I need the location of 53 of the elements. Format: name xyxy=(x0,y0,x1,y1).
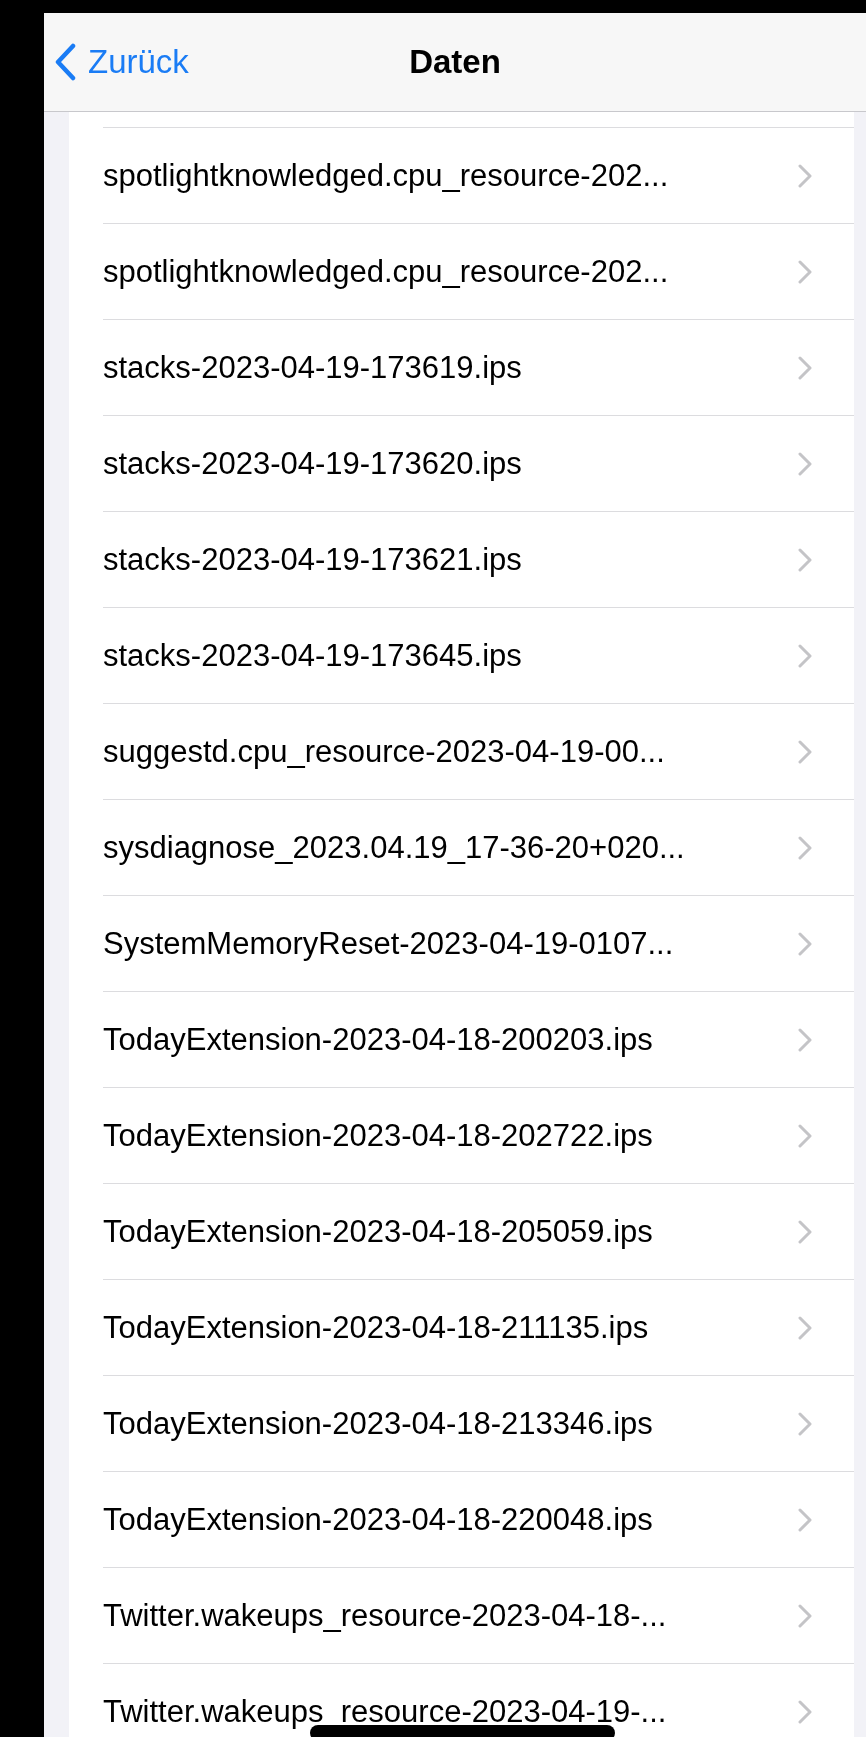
file-name: stacks-2023-04-19-173645.ips xyxy=(103,637,523,674)
chevron-right-icon xyxy=(798,1411,812,1436)
file-row[interactable]: suggestd.cpu_resource-2023-04-19-00... xyxy=(103,703,854,799)
file-row[interactable]: stacks-2023-04-19-173621.ips xyxy=(103,511,854,607)
file-row[interactable]: stacks-2023-04-19-173620.ips xyxy=(103,415,854,511)
file-row[interactable]: stacks-2023-04-19-173619.ips xyxy=(103,319,854,415)
chevron-right-icon xyxy=(798,1507,812,1532)
chevron-right-icon xyxy=(798,931,812,956)
chevron-right-icon xyxy=(798,1603,812,1628)
chevron-right-icon xyxy=(798,643,812,668)
chevron-right-icon xyxy=(798,1219,812,1244)
file-name: stacks-2023-04-19-173621.ips xyxy=(103,541,523,578)
file-name: TodayExtension-2023-04-18-200203.ips xyxy=(103,1021,654,1058)
chevron-right-icon xyxy=(798,163,812,188)
chevron-right-icon xyxy=(798,355,812,380)
file-row[interactable]: TodayExtension-2023-04-18-211135.ips xyxy=(103,1279,854,1375)
file-row[interactable]: TodayExtension-2023-04-18-220048.ips xyxy=(103,1471,854,1567)
chevron-right-icon xyxy=(798,1699,812,1724)
chevron-left-icon xyxy=(54,43,76,81)
file-row[interactable]: spotlightknowledged.cpu_resource-202... xyxy=(103,223,854,319)
file-name: sysdiagnose_2023.04.19_17-36-20+020... xyxy=(103,829,686,866)
file-name: spotlightknowledged.cpu_resource-202... xyxy=(103,157,670,194)
file-row[interactable]: TodayExtension-2023-04-18-200203.ips xyxy=(103,991,854,1087)
file-name: Twitter.wakeups_resource-2023-04-18-... xyxy=(103,1597,668,1634)
file-name: stacks-2023-04-19-173620.ips xyxy=(103,445,523,482)
file-name: Twitter.wakeups_resource-2023-04-19-... xyxy=(103,1693,668,1730)
file-row[interactable]: Twitter.wakeups_resource-2023-04-18-... xyxy=(103,1567,854,1663)
chevron-right-icon xyxy=(798,835,812,860)
file-row[interactable]: sysdiagnose_2023.04.19_17-36-20+020... xyxy=(103,799,854,895)
file-name: SystemMemoryReset-2023-04-19-0107... xyxy=(103,925,675,962)
chevron-right-icon xyxy=(798,1027,812,1052)
file-name: suggestd.cpu_resource-2023-04-19-00... xyxy=(103,733,666,770)
file-name: TodayExtension-2023-04-18-220048.ips xyxy=(103,1501,654,1538)
file-name: TodayExtension-2023-04-18-202722.ips xyxy=(103,1117,654,1154)
file-row[interactable]: SystemMemoryReset-2023-04-19-0107... xyxy=(103,895,854,991)
chevron-right-icon xyxy=(798,1315,812,1340)
screen-title: Daten xyxy=(409,43,501,81)
file-name: spotlightknowledged.cpu_resource-202... xyxy=(103,253,670,290)
chevron-right-icon xyxy=(798,1123,812,1148)
file-row[interactable]: TodayExtension-2023-04-18-202722.ips xyxy=(103,1087,854,1183)
file-row[interactable]: spotlightknowledged.cpu_resource-202... xyxy=(103,127,854,223)
chevron-right-icon xyxy=(798,259,812,284)
file-row[interactable]: TodayExtension-2023-04-18-205059.ips xyxy=(103,1183,854,1279)
file-name: TodayExtension-2023-04-18-211135.ips xyxy=(103,1309,650,1346)
file-name: TodayExtension-2023-04-18-213346.ips xyxy=(103,1405,654,1442)
file-row[interactable]: stacks-2023-04-19-173645.ips xyxy=(103,607,854,703)
file-row[interactable]: TodayExtension-2023-04-18-213346.ips xyxy=(103,1375,854,1471)
chevron-right-icon xyxy=(798,547,812,572)
file-name: TodayExtension-2023-04-18-205059.ips xyxy=(103,1213,654,1250)
back-button[interactable]: Zurück xyxy=(50,39,193,85)
chevron-right-icon xyxy=(798,451,812,476)
chevron-right-icon xyxy=(798,739,812,764)
file-name: stacks-2023-04-19-173619.ips xyxy=(103,349,523,386)
